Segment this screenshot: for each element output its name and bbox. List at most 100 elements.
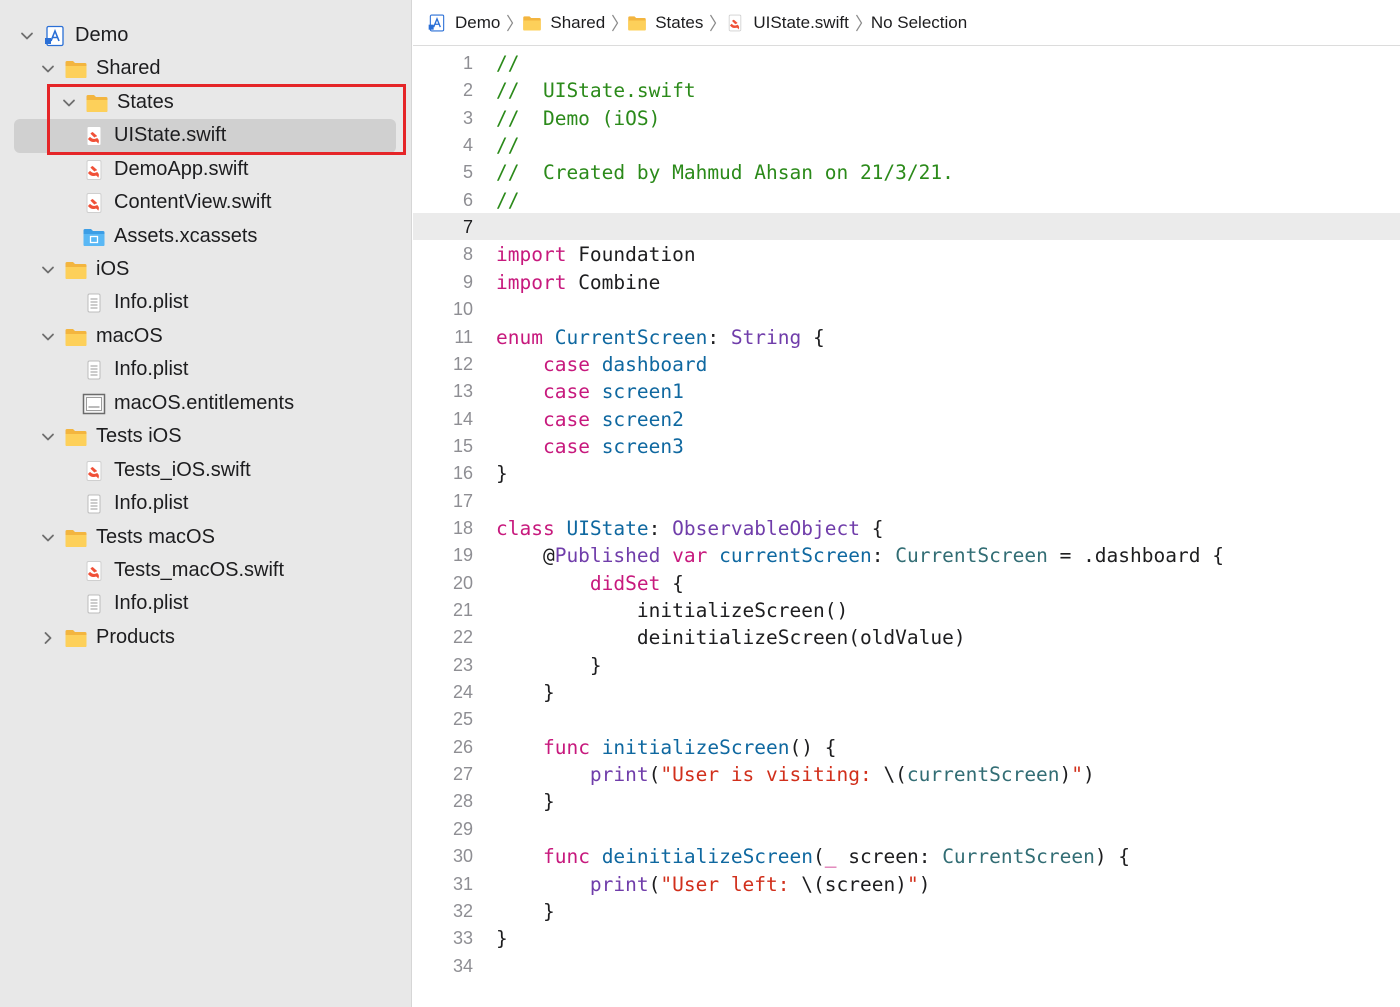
code-line[interactable]: 5 // Created by Mahmud Ahsan on 21/3/21. — [413, 159, 954, 186]
code-token: dashboard — [601, 352, 708, 376]
code-token: deinitializeScreen(oldValue) — [496, 626, 966, 650]
code-line[interactable]: 26 func initializeScreen() { — [413, 734, 837, 761]
swift-file-icon — [82, 560, 106, 582]
breadcrumb-item[interactable]: No Selection — [871, 13, 967, 33]
chevron-down-icon[interactable] — [40, 530, 56, 546]
code-line[interactable]: 1 // — [413, 50, 520, 77]
code-line[interactable]: 18 class UIState: ObservableObject { — [413, 515, 883, 542]
code-line[interactable]: 28 } — [413, 788, 555, 815]
navigator-item[interactable]: iOS — [0, 253, 452, 286]
code-line[interactable]: 4 // — [413, 132, 520, 159]
source-editor[interactable]: 1 // 2 // UIState.swift 3 // Demo (iOS) 4 // 5 //… — [413, 47, 1400, 1007]
code-text: didSet { — [496, 572, 684, 595]
code-token: print — [589, 872, 649, 896]
code-line[interactable]: 27 print("User is visiting: \(currentScr… — [413, 761, 1095, 788]
code-line[interactable]: 17 — [413, 488, 496, 515]
folder-icon — [64, 259, 88, 281]
code-token: } — [496, 653, 602, 677]
code-line[interactable]: 12 case dashboard — [413, 351, 707, 378]
line-number: 9 — [462, 271, 473, 292]
breadcrumb-item[interactable]: UIState.swift — [725, 13, 849, 33]
code-line[interactable]: 14 case screen2 — [413, 406, 684, 433]
breadcrumb-item[interactable]: Demo — [427, 13, 500, 33]
code-line[interactable]: 6 // — [413, 187, 520, 214]
line-number: 34 — [452, 955, 473, 976]
code-line[interactable]: 7 — [413, 214, 496, 241]
chevron-down-icon[interactable] — [61, 95, 77, 111]
navigator-item[interactable]: Tests iOS — [0, 420, 452, 453]
folder-icon — [522, 13, 542, 33]
code-token: didSet — [589, 571, 661, 595]
code-line[interactable]: 13 case screen1 — [413, 378, 684, 405]
chevron-down-icon[interactable] — [40, 429, 56, 445]
line-number: 23 — [452, 654, 473, 675]
code-line[interactable]: 10 — [413, 296, 496, 323]
code-token: : — [871, 544, 896, 568]
code-line[interactable]: 31 print("User left: \(screen)") — [413, 871, 930, 898]
code-token: print — [589, 763, 649, 787]
line-number: 4 — [462, 135, 473, 156]
code-text: func deinitializeScreen(_ screen: Curren… — [496, 845, 1130, 868]
line-number: 12 — [452, 353, 473, 374]
line-number: 32 — [452, 900, 473, 921]
swift-file-icon — [82, 125, 106, 147]
chevron-right-icon[interactable] — [40, 630, 56, 646]
plist-file-icon — [82, 493, 106, 515]
chevron-down-icon[interactable] — [40, 262, 56, 278]
line-number: 11 — [454, 326, 473, 347]
code-line[interactable]: 3 // Demo (iOS) — [413, 105, 660, 132]
chevron-down-icon[interactable] — [19, 28, 35, 44]
line-number: 26 — [452, 736, 473, 757]
code-token: " — [1071, 763, 1084, 787]
line-number: 17 — [452, 490, 473, 511]
code-token: : — [648, 516, 673, 540]
code-line[interactable]: 25 — [413, 706, 496, 733]
code-token: ObservableObject — [672, 516, 860, 540]
code-token: screen3 — [601, 434, 684, 458]
code-text: } — [496, 927, 508, 950]
breadcrumb-item[interactable]: States — [627, 13, 703, 33]
code-line[interactable]: 32 } — [413, 898, 555, 925]
code-line[interactable]: 34 — [413, 953, 496, 980]
chevron-down-icon[interactable] — [40, 329, 56, 345]
code-line[interactable]: 2 // UIState.swift — [413, 77, 696, 104]
navigator-item[interactable]: macOS — [0, 320, 452, 353]
breadcrumb-separator-icon — [506, 13, 514, 33]
code-line[interactable]: 21 initializeScreen() — [413, 597, 848, 624]
navigator-item[interactable]: States — [0, 86, 473, 119]
code-line[interactable]: 33} — [413, 925, 508, 952]
navigator-item[interactable]: Shared — [0, 52, 452, 85]
chevron-down-icon[interactable] — [40, 61, 56, 77]
code-token: CurrentScreen — [895, 544, 1048, 568]
navigator-item[interactable]: Products — [0, 621, 452, 654]
code-line[interactable]: 30 func deinitializeScreen(_ screen: Cur… — [413, 843, 1130, 870]
line-number: 8 — [462, 244, 473, 265]
code-token: ) — [918, 872, 931, 896]
code-token: \(screen) — [801, 872, 907, 896]
code-token: } — [496, 681, 555, 705]
navigator-item[interactable]: Demo — [0, 19, 431, 52]
code-line[interactable]: 29 — [413, 816, 496, 843]
code-line[interactable]: 22 deinitializeScreen(oldValue) — [413, 624, 966, 651]
code-line[interactable]: 11 enum CurrentScreen: String { — [413, 324, 824, 351]
breadcrumb-item[interactable]: Shared — [522, 13, 605, 33]
code-token: ( — [648, 763, 661, 787]
code-line[interactable]: 19 @Published var currentScreen: Current… — [413, 542, 1224, 569]
code-line[interactable]: 16} — [413, 460, 508, 487]
code-text: // Demo (iOS) — [496, 107, 660, 130]
code-line[interactable]: 20 didSet { — [413, 570, 684, 597]
code-line[interactable]: 8 import Foundation — [413, 241, 696, 268]
code-line[interactable]: 15 case screen3 — [413, 433, 684, 460]
code-token: { — [859, 516, 884, 540]
code-line[interactable]: 9 import Combine — [413, 269, 660, 296]
code-token: Published — [554, 544, 661, 568]
code-line[interactable]: 24 } — [413, 679, 555, 706]
code-text: // UIState.swift — [496, 79, 696, 102]
code-line[interactable]: 23 } — [413, 652, 602, 679]
code-token: // — [496, 52, 520, 75]
code-text: case dashboard — [496, 353, 707, 376]
navigator-item[interactable]: Tests macOS — [0, 521, 452, 554]
